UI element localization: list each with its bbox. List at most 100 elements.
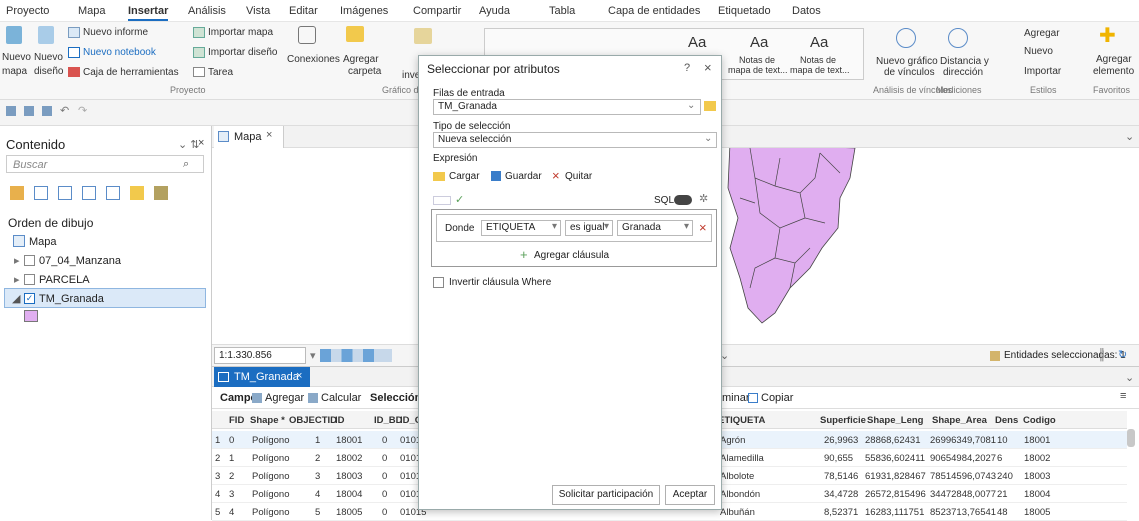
table-scrollbar-thumb[interactable] <box>1127 429 1135 447</box>
table-cell-cod[interactable]: 18005 <box>1024 507 1050 518</box>
text-symbol-aa-3[interactable]: Aa <box>810 34 828 51</box>
collapse-icon[interactable]: ◢ <box>12 292 20 305</box>
table-cell-fid[interactable]: 2 <box>229 471 234 482</box>
folder-icon[interactable] <box>704 101 716 111</box>
table-cell-idbd[interactable]: 0 <box>382 489 387 500</box>
table-cell-cod[interactable]: 18002 <box>1024 453 1050 464</box>
expand-icon[interactable]: ▸ <box>14 273 20 286</box>
pin-icon[interactable]: ⌄ ⇅ <box>178 138 200 151</box>
search-input[interactable]: Buscar ⌕ <box>6 155 204 173</box>
table-cell-leng[interactable]: 26572,815496 <box>865 489 926 500</box>
menu-etiquetado[interactable]: Etiquetado <box>718 5 771 17</box>
table-cell-shape[interactable]: Polígono <box>252 453 290 464</box>
layer-checkbox-checked[interactable]: ✓ <box>24 293 35 304</box>
menu-capa-entidades[interactable]: Capa de entidades <box>608 5 700 17</box>
layer-checkbox[interactable] <box>24 255 35 266</box>
task-button[interactable]: Tarea <box>208 67 233 78</box>
table-cell-n[interactable]: 3 <box>215 471 220 482</box>
table-cell-id[interactable]: 18004 <box>336 489 362 500</box>
table-cell-id[interactable]: 18001 <box>336 435 362 446</box>
list-by-editing-icon[interactable] <box>82 186 96 200</box>
layer-manzana[interactable]: 07_04_Manzana <box>39 255 121 267</box>
table-cell-shape[interactable]: Polígono <box>252 471 290 482</box>
new-layout-dropdown[interactable]: diseño <box>34 66 63 77</box>
clause-mode-icon[interactable] <box>433 196 451 205</box>
table-cell-leng[interactable]: 28868,62431 <box>865 435 920 446</box>
tab-mapa[interactable]: Mapa × <box>214 126 284 148</box>
add-style-button[interactable]: Agregar <box>1024 28 1060 39</box>
table-cell-oid[interactable]: 5 <box>315 507 320 518</box>
list-by-drawing-order-icon[interactable] <box>10 186 24 200</box>
table-cell-n[interactable]: 4 <box>215 489 220 500</box>
table-cell-sup[interactable]: 26,9963 <box>824 435 858 446</box>
table-cell-area[interactable]: 78514596,0743 <box>930 471 996 482</box>
table-cell-idbd[interactable]: 0 <box>382 507 387 518</box>
tab-tm-granada[interactable]: TM_Granada × <box>214 367 310 387</box>
menu-datos[interactable]: Datos <box>792 5 821 17</box>
table-cell-area[interactable]: 26996349,7081 <box>930 435 996 446</box>
help-button[interactable]: ? <box>684 62 690 74</box>
layer-parcela[interactable]: PARCELA <box>39 274 90 286</box>
menu-mapa[interactable]: Mapa <box>78 5 106 17</box>
table-cell-etq[interactable]: Albondón <box>720 489 760 500</box>
new-report-button[interactable]: Nuevo informe <box>83 27 148 38</box>
table-cell-id[interactable]: 18005 <box>336 507 362 518</box>
list-by-selection-icon[interactable] <box>58 186 72 200</box>
new-link-chart-button-2[interactable]: de vínculos <box>884 67 935 78</box>
table-cell-oid[interactable]: 1 <box>315 435 320 446</box>
scale-input[interactable]: 1:1.330.856 <box>214 347 306 364</box>
expand-icon[interactable]: ▸ <box>14 254 20 267</box>
text-symbol-aa-1[interactable]: Aa <box>688 34 706 51</box>
pause-icon[interactable]: ║ <box>1098 349 1106 361</box>
add-folder-button-1[interactable]: Agregar <box>343 54 379 65</box>
map-polygons[interactable] <box>720 138 860 328</box>
table-cell-dens[interactable]: 10 <box>997 435 1008 446</box>
redo-icon[interactable]: ↷ <box>78 104 87 117</box>
input-rows-select[interactable]: TM_Granada ⌄ <box>433 99 701 115</box>
table-cell-oid[interactable]: 2 <box>315 453 320 464</box>
list-by-labeling-icon[interactable] <box>130 186 144 200</box>
settings-gear-icon[interactable]: ✲ <box>699 192 708 205</box>
save-icon[interactable] <box>24 106 34 116</box>
table-cell-sup[interactable]: 34,4728 <box>824 489 858 500</box>
connections-button[interactable]: Conexiones <box>287 54 340 65</box>
table-cell-oid[interactable]: 4 <box>315 489 320 500</box>
sql-toggle[interactable] <box>674 195 692 205</box>
close-dialog-button[interactable]: × <box>704 60 712 75</box>
new-layout-button[interactable]: Nuevo <box>34 52 63 63</box>
new-link-chart-button-1[interactable]: Nuevo gráfico <box>876 56 938 67</box>
table-cell-cod[interactable]: 18001 <box>1024 435 1050 446</box>
table-cell-dens[interactable]: 240 <box>997 471 1013 482</box>
table-cell-idbd[interactable]: 0 <box>382 453 387 464</box>
search-icon[interactable]: ⌕ <box>183 158 189 171</box>
add-item-button-2[interactable]: elemento <box>1093 66 1134 77</box>
remove-button[interactable]: Quitar <box>565 171 592 182</box>
table-cell-sup[interactable]: 78,5146 <box>824 471 858 482</box>
map-tools-icon[interactable] <box>320 349 392 362</box>
table-cell-leng[interactable]: 61931,828467 <box>865 471 926 482</box>
invert-where-checkbox[interactable] <box>433 277 444 288</box>
scale-dropdown-icon[interactable]: ▾ <box>310 349 316 362</box>
menu-insertar[interactable]: Insertar <box>128 5 169 21</box>
save-button[interactable]: Guardar <box>505 171 542 182</box>
delete-button[interactable]: minar <box>722 392 750 404</box>
table-cell-area[interactable]: 8523713,76541 <box>930 507 996 518</box>
table-cell-shape[interactable]: Polígono <box>252 435 290 446</box>
table-cell-fid[interactable]: 1 <box>229 453 234 464</box>
table-cell-dens[interactable]: 21 <box>997 489 1008 500</box>
table-cell-dens[interactable]: 6 <box>997 453 1002 464</box>
new-style-button[interactable]: Nuevo <box>1024 46 1053 57</box>
layer-checkbox[interactable] <box>24 274 35 285</box>
close-panel-icon[interactable]: × <box>198 137 204 149</box>
list-by-snapping-icon[interactable] <box>106 186 120 200</box>
new-notebook-button[interactable]: Nuevo notebook <box>83 47 156 58</box>
accept-button[interactable]: Aceptar <box>665 485 715 505</box>
close-tab-icon[interactable]: × <box>266 129 272 141</box>
new-map-dropdown[interactable]: mapa <box>2 66 27 77</box>
table-cell-idbd[interactable]: 0 <box>382 471 387 482</box>
table-cell-shape[interactable]: Polígono <box>252 489 290 500</box>
table-cell-etq[interactable]: Agrón <box>720 435 745 446</box>
list-by-perspective-icon[interactable] <box>154 186 168 200</box>
distance-button-1[interactable]: Distancia y <box>940 56 989 67</box>
table-cell-fid[interactable]: 3 <box>229 489 234 500</box>
